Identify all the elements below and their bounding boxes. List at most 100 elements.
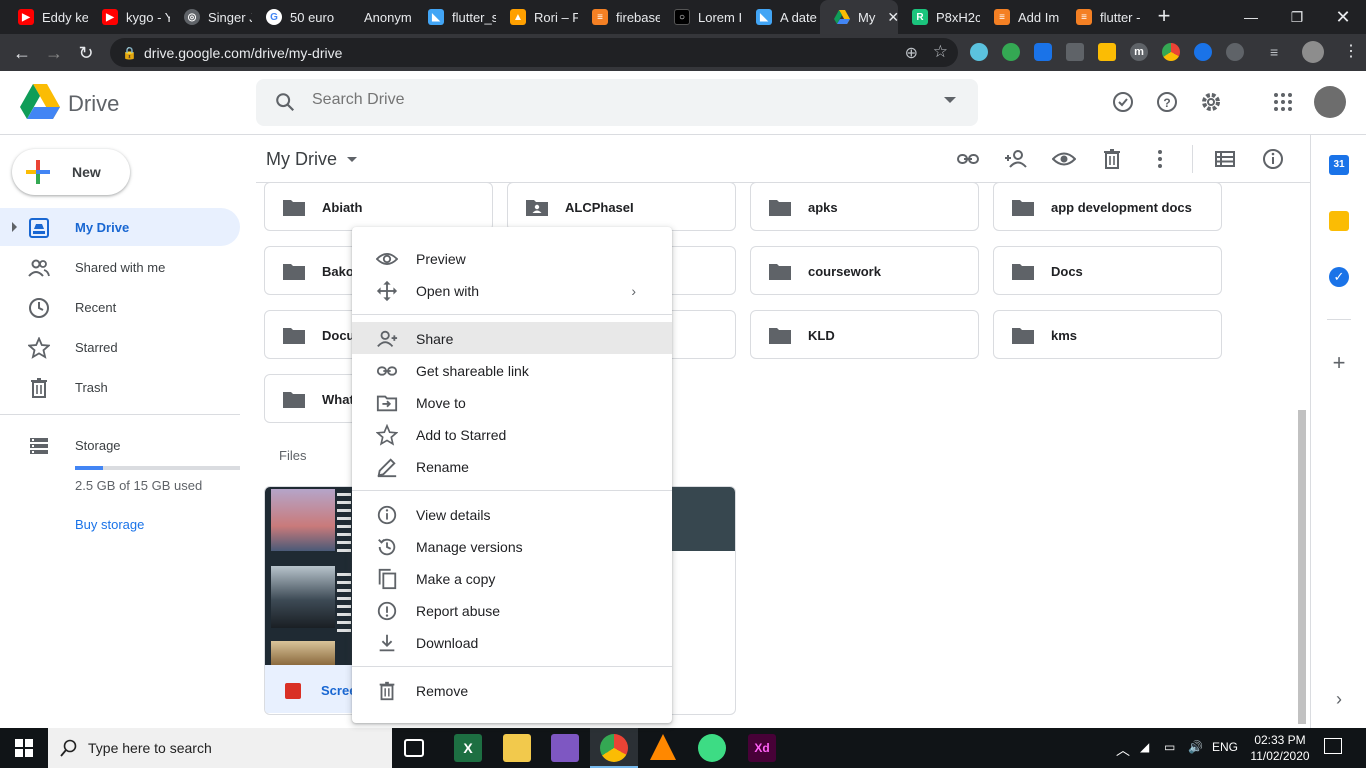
minimize-icon[interactable]: — [1228,0,1274,34]
extension-icon[interactable] [1034,43,1052,61]
task-view-icon[interactable] [404,739,424,757]
buy-storage-link[interactable]: Buy storage [75,517,144,532]
extension-icon[interactable] [1098,43,1116,61]
info-icon[interactable] [1261,147,1285,171]
extension-m-icon[interactable]: m [1130,43,1148,61]
excel-icon[interactable]: X [454,734,482,762]
sidebar-item-shared-with-me[interactable]: Shared with me [0,248,240,286]
browser-tab[interactable]: ▶ Eddy ke [4,0,88,34]
list-view-icon[interactable] [1213,147,1237,171]
chrome-menu-icon[interactable]: ⋮ [1342,43,1360,61]
account-avatar[interactable] [1314,86,1346,118]
breadcrumb-dropdown-icon[interactable] [347,157,357,162]
install-icon[interactable]: ⊕ [905,43,918,63]
extension-icon[interactable] [1066,43,1084,61]
add-addon-icon[interactable]: + [1329,352,1349,374]
help-icon[interactable]: ? [1155,90,1179,114]
extension-icon[interactable] [1162,43,1180,61]
taskbar-clock[interactable]: 02:33 PM 11/02/2020 [1248,732,1312,764]
media-control-icon[interactable]: ≡ [1270,43,1288,61]
extension-icon[interactable] [1194,43,1212,61]
folder-card[interactable]: app development docs [993,182,1222,231]
close-tab-icon[interactable]: ✕ [887,9,898,26]
browser-tab[interactable]: G 50 euro [252,0,334,34]
sidebar-item-trash[interactable]: Trash [0,368,240,406]
download-icon[interactable] [1226,43,1244,61]
reload-icon[interactable]: ↻ [73,40,99,66]
menu-item-manage-versions[interactable]: Manage versions [352,530,672,562]
breadcrumb[interactable]: My Drive [266,149,337,170]
menu-item-open-with[interactable]: Open with › [352,274,672,306]
react-devtools-icon[interactable] [970,43,988,61]
folder-card[interactable]: Abiath [264,182,493,231]
keep-icon[interactable] [1329,211,1349,231]
calendar-icon[interactable]: 31 [1329,155,1349,175]
search-input[interactable] [312,91,912,109]
menu-item-report-abuse[interactable]: Report abuse [352,594,672,626]
scrollbar[interactable] [1298,410,1306,724]
search-options-icon[interactable] [944,97,956,103]
search-icon[interactable] [274,91,296,113]
search-box[interactable] [256,79,978,126]
tasks-icon[interactable]: ✓ [1329,267,1349,287]
menu-item-remove[interactable]: Remove [352,674,672,706]
battery-icon[interactable]: ▭ [1164,740,1175,754]
drive-brand[interactable]: Drive [68,91,119,117]
browser-tab-active[interactable]: My ✕ [820,0,898,34]
drive-logo-icon[interactable] [20,84,60,120]
browser-tab[interactable]: ≡ firebase [578,0,660,34]
menu-item-add-to-starred[interactable]: Add to Starred [352,418,672,450]
taskbar-search-box[interactable]: Type here to search [48,728,392,768]
menu-item-move-to[interactable]: Move to [352,386,672,418]
browser-tab[interactable]: ◣ flutter_s [414,0,496,34]
vlc-icon[interactable] [650,734,676,760]
address-bar[interactable]: 🔒 drive.google.com/drive/my-drive ⊕ ☆ [110,38,958,67]
volume-icon[interactable]: 🔊 [1188,740,1203,754]
forward-icon[interactable]: → [41,40,67,66]
bookmark-star-icon[interactable]: ☆ [933,42,948,62]
offline-ready-icon[interactable] [1111,90,1135,114]
browser-tab[interactable]: ≡ Add Im [980,0,1062,34]
menu-item-preview[interactable]: Preview [352,242,672,274]
restore-icon[interactable]: ❐ [1274,0,1320,34]
windows-start-icon[interactable] [15,739,33,757]
folder-card[interactable]: KLD [750,310,979,359]
sidebar-item-storage[interactable]: Storage [0,426,240,464]
new-button[interactable]: New [12,149,130,195]
expand-arrow-icon[interactable] [12,222,17,232]
browser-tab[interactable]: ◣ A date t [742,0,820,34]
sidebar-item-my-drive[interactable]: My Drive [0,208,240,246]
sidebar-item-recent[interactable]: Recent [0,288,240,326]
menu-item-make-a-copy[interactable]: Make a copy [352,562,672,594]
visual-studio-icon[interactable] [551,734,579,762]
folder-card[interactable]: coursework [750,246,979,295]
android-studio-icon[interactable] [698,734,726,762]
chrome-icon[interactable] [600,734,628,762]
browser-tab[interactable]: Anonym [350,0,414,34]
menu-item-download[interactable]: Download [352,626,672,658]
browser-tab[interactable]: ◎ Singer J [170,0,252,34]
adobe-xd-icon[interactable]: Xd [748,734,776,762]
back-icon[interactable]: ← [9,40,35,66]
folder-card[interactable]: ALCPhaseI [507,182,736,231]
more-vert-icon[interactable] [1148,147,1172,171]
show-hidden-icons-icon[interactable]: ︿ [1116,740,1130,760]
settings-gear-icon[interactable] [1199,90,1223,114]
browser-tab[interactable]: ≡ flutter - [1062,0,1144,34]
menu-item-view-details[interactable]: View details [352,498,672,530]
browser-tab[interactable]: ○ Lorem I [660,0,742,34]
person-add-icon[interactable] [1004,147,1028,171]
notifications-icon[interactable] [1324,738,1342,754]
sidebar-item-starred[interactable]: Starred [0,328,240,366]
wifi-icon[interactable]: ◢ [1140,740,1149,754]
folder-card[interactable]: kms [993,310,1222,359]
apps-grid-icon[interactable] [1271,90,1295,114]
file-explorer-icon[interactable] [503,734,531,762]
expand-panel-icon[interactable]: › [1329,689,1349,709]
close-window-icon[interactable]: ✕ [1320,0,1366,34]
browser-tab[interactable]: R P8xH2c [898,0,980,34]
trash-icon[interactable] [1100,147,1124,171]
eye-icon[interactable] [1052,147,1076,171]
folder-card[interactable]: apks [750,182,979,231]
extension-icon[interactable] [1002,43,1020,61]
